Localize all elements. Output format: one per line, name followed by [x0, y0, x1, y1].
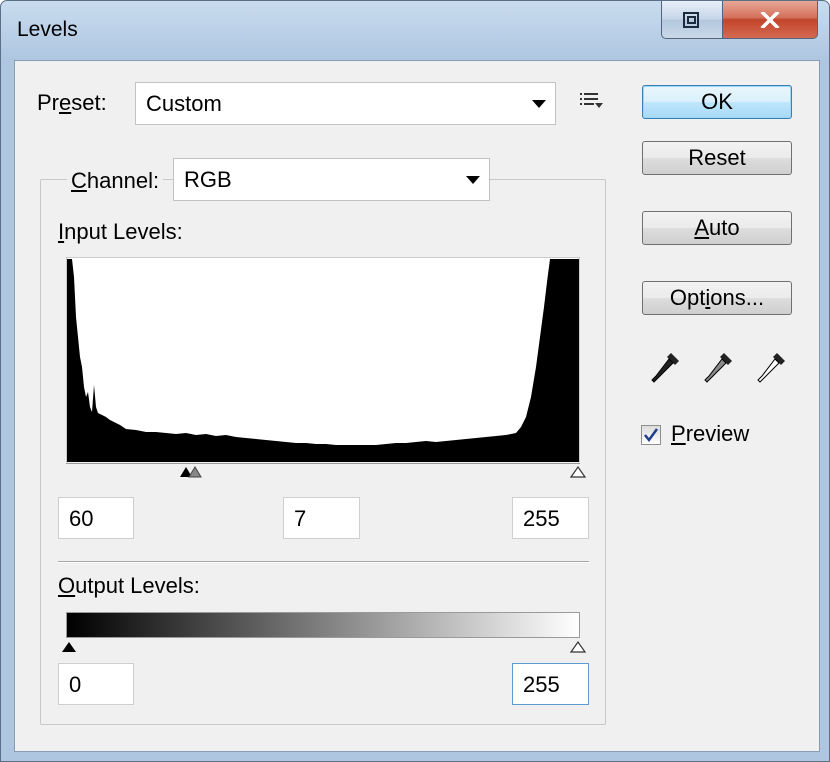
checkmark-icon: [644, 428, 659, 443]
histogram: [66, 257, 580, 462]
input-shadow-field[interactable]: 60: [58, 497, 134, 539]
channel-select[interactable]: RGB: [173, 158, 490, 201]
output-highlight-field[interactable]: 255: [512, 663, 589, 705]
restore-icon: [683, 11, 699, 28]
gray-eyedropper-icon[interactable]: [704, 351, 734, 385]
input-highlight-slider[interactable]: [569, 464, 587, 478]
output-levels-label: Output Levels:: [58, 573, 200, 598]
channel-value: RGB: [184, 167, 232, 192]
window-title: Levels: [17, 18, 78, 41]
preset-label: Preset:: [37, 90, 107, 115]
preset-menu-icon[interactable]: [580, 92, 604, 112]
title-bar[interactable]: Levels: [1, 1, 829, 59]
close-button[interactable]: [722, 1, 818, 39]
auto-button[interactable]: Auto: [642, 211, 792, 245]
input-levels-label: Input Levels:: [58, 219, 183, 244]
close-icon: [760, 11, 780, 28]
preview-checkbox[interactable]: [641, 425, 661, 445]
channel-label: Channel:: [67, 168, 164, 194]
output-gradient-bar: [66, 612, 580, 638]
input-highlight-field[interactable]: 255: [512, 497, 589, 539]
output-shadow-slider[interactable]: [60, 639, 78, 653]
output-shadow-field[interactable]: 0: [58, 663, 134, 705]
input-slider-track[interactable]: [66, 463, 580, 464]
levels-dialog: Levels Preset: Custom Channel: RGB Input…: [0, 0, 830, 762]
ok-button[interactable]: OK: [642, 85, 792, 119]
separator: [58, 561, 589, 563]
output-highlight-slider[interactable]: [569, 639, 587, 653]
chevron-down-icon: [532, 100, 546, 108]
restore-button[interactable]: [661, 1, 723, 39]
options-button[interactable]: Options...: [642, 281, 792, 315]
input-midtone-field[interactable]: 7: [283, 497, 360, 539]
dialog-client-area: Preset: Custom Channel: RGB Input Levels…: [14, 60, 820, 752]
preview-label[interactable]: Preview: [671, 421, 749, 447]
black-eyedropper-icon[interactable]: [651, 351, 681, 385]
chevron-down-icon: [466, 176, 480, 184]
preset-value: Custom: [146, 91, 222, 116]
reset-button[interactable]: Reset: [642, 141, 792, 175]
white-eyedropper-icon[interactable]: [757, 351, 787, 385]
input-shadow-slider[interactable]: [179, 464, 205, 478]
preset-select[interactable]: Custom: [135, 82, 556, 125]
